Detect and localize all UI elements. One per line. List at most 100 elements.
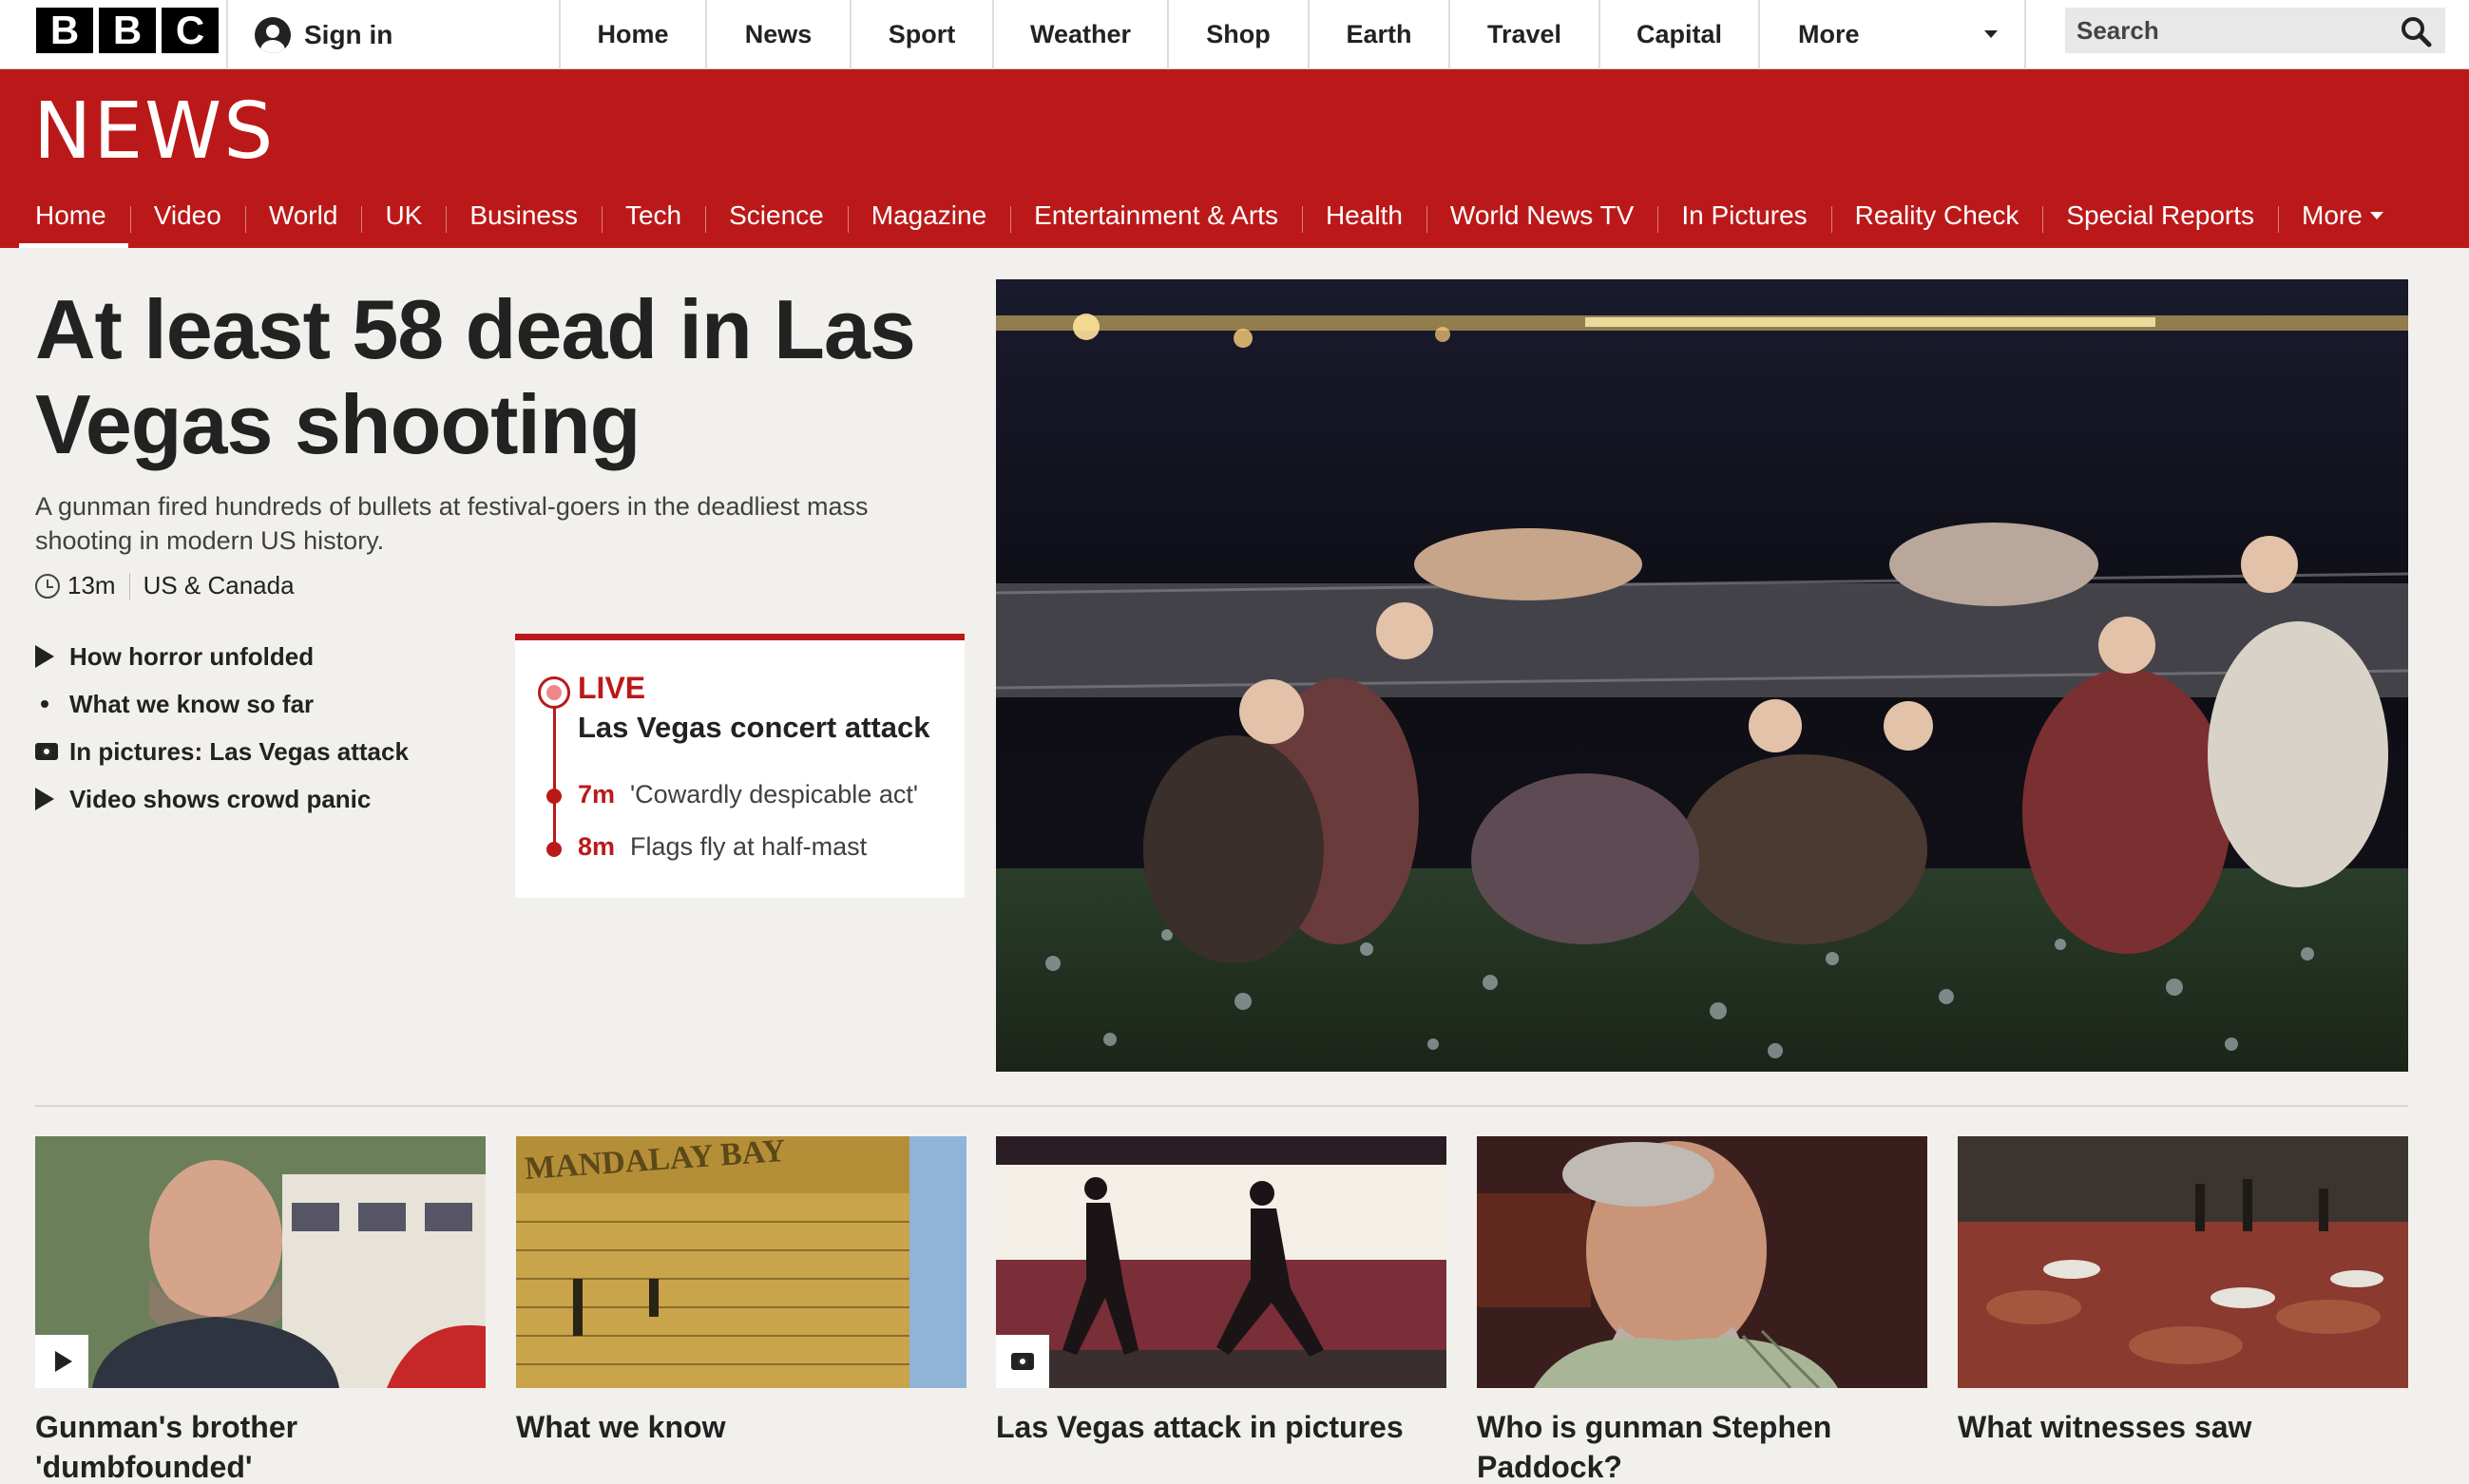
live-indicator-icon [538, 676, 570, 709]
global-nav: Home News Sport Weather Shop Earth Trave… [559, 0, 2026, 69]
camera-icon [35, 743, 58, 760]
story-thumbnail[interactable]: MANDALAY BAY [516, 1136, 967, 1388]
live-entry-text: 'Cowardly despicable act' [630, 780, 918, 809]
live-label: LIVE [578, 671, 646, 705]
thumbnail-illustration [996, 1136, 1446, 1388]
thumbnail-illustration [35, 1136, 486, 1388]
news-logo[interactable]: NEWS [33, 86, 275, 177]
global-nav-more[interactable]: More [1758, 0, 2026, 69]
related-link[interactable]: What we know so far [35, 680, 409, 728]
gallery-badge [996, 1335, 1049, 1388]
global-nav-sport[interactable]: Sport [850, 0, 992, 69]
header-divider [226, 0, 228, 69]
lead-timestamp: 13m [67, 571, 116, 599]
lead-summary: A gunman fired hundreds of bullets at fe… [35, 492, 869, 555]
user-icon [255, 16, 291, 53]
bbc-logo[interactable]: B B C [36, 8, 219, 53]
related-link[interactable]: How horror unfolded [35, 633, 409, 680]
story-thumbnail[interactable] [35, 1136, 486, 1388]
thumbnail-illustration [1477, 1136, 1927, 1388]
news-nav-science[interactable]: Science [705, 183, 848, 248]
global-nav-travel[interactable]: Travel [1448, 0, 1598, 69]
story-card-caption[interactable]: What witnesses saw [1958, 1407, 2408, 1447]
video-badge [35, 1335, 88, 1388]
news-header: NEWS Home Video World UK Business Tech S… [0, 69, 2469, 248]
thumbnail-illustration: MANDALAY BAY [516, 1136, 967, 1388]
news-nav-more[interactable]: More [2278, 183, 2407, 248]
story-card-caption[interactable]: Las Vegas attack in pictures [996, 1407, 1446, 1447]
live-title[interactable]: Las Vegas concert attack [578, 711, 929, 745]
chevron-down-icon [2369, 212, 2383, 219]
search-placeholder: Search [2077, 15, 2159, 45]
story-thumbnail[interactable] [996, 1136, 1446, 1388]
live-timeline [553, 688, 556, 847]
live-entry[interactable]: 8m Flags fly at half-mast [578, 832, 867, 862]
news-nav-world-news-tv[interactable]: World News TV [1426, 183, 1657, 248]
news-nav-in-pictures[interactable]: In Pictures [1657, 183, 1830, 248]
news-nav-business[interactable]: Business [446, 183, 602, 248]
story-card[interactable]: Who is gunman Stephen Paddock? [1477, 1136, 1927, 1484]
story-card[interactable]: Gunman's brother 'dumbfounded' [35, 1136, 486, 1484]
global-nav-news[interactable]: News [705, 0, 850, 69]
meta-divider [128, 572, 130, 599]
sign-in-label: Sign in [304, 19, 393, 49]
live-entry-text: Flags fly at half-mast [630, 832, 868, 861]
story-thumbnail[interactable] [1958, 1136, 2408, 1388]
related-link-label: What we know so far [69, 689, 315, 718]
related-link[interactable]: Video shows crowd panic [35, 775, 409, 823]
news-nav: Home Video World UK Business Tech Scienc… [0, 183, 2407, 248]
news-nav-health[interactable]: Health [1301, 183, 1426, 248]
story-thumbnail[interactable] [1477, 1136, 1927, 1388]
news-nav-reality-check[interactable]: Reality Check [1830, 183, 2043, 248]
play-icon [35, 645, 54, 668]
news-nav-home[interactable]: Home [0, 183, 130, 248]
camera-icon [1011, 1353, 1034, 1370]
search-input[interactable]: Search [2065, 8, 2445, 53]
section-divider [35, 1105, 2408, 1107]
timeline-dot [546, 789, 562, 804]
thumbnail-illustration [1958, 1136, 2408, 1388]
story-card[interactable]: What witnesses saw [1958, 1136, 2408, 1447]
story-card[interactable]: MANDALAY BAY What we know [516, 1136, 967, 1447]
lead-photo[interactable] [996, 279, 2408, 1072]
global-nav-weather[interactable]: Weather [992, 0, 1167, 69]
play-icon [35, 788, 54, 810]
bbc-logo-letter: B [36, 8, 93, 53]
lead-headline[interactable]: At least 58 dead in Las Vegas shooting [35, 282, 938, 472]
global-nav-earth[interactable]: Earth [1308, 0, 1448, 69]
news-nav-uk[interactable]: UK [361, 183, 446, 248]
bbc-logo-letter: B [99, 8, 156, 53]
lead-meta: 13m US & Canada [35, 571, 295, 600]
live-coverage-box[interactable]: LIVE Las Vegas concert attack 7m 'Cowardl… [515, 634, 965, 898]
news-nav-video[interactable]: Video [129, 183, 245, 248]
lead-section-link[interactable]: US & Canada [144, 571, 295, 600]
global-nav-more-label: More [1798, 20, 1860, 48]
news-nav-special-reports[interactable]: Special Reports [2042, 183, 2278, 248]
story-card-caption[interactable]: What we know [516, 1407, 967, 1447]
story-card[interactable]: Las Vegas attack in pictures [996, 1136, 1446, 1447]
story-card-caption[interactable]: Gunman's brother 'dumbfounded' [35, 1407, 486, 1484]
global-nav-shop[interactable]: Shop [1167, 0, 1308, 69]
lead-photo-illustration [996, 279, 2408, 1072]
related-links: How horror unfolded What we know so far … [35, 633, 409, 823]
dot-icon [41, 700, 48, 708]
timeline-dot [546, 842, 562, 857]
sign-in-link[interactable]: Sign in [255, 0, 392, 69]
play-icon [55, 1351, 72, 1372]
global-nav-capital[interactable]: Capital [1598, 0, 1758, 69]
news-nav-entertainment[interactable]: Entertainment & Arts [1010, 183, 1302, 248]
related-link-label: How horror unfolded [69, 641, 315, 671]
story-card-caption[interactable]: Who is gunman Stephen Paddock? [1477, 1407, 1927, 1484]
news-nav-more-label: More [2302, 200, 2363, 230]
news-nav-tech[interactable]: Tech [601, 183, 705, 248]
related-link-label: Video shows crowd panic [69, 784, 372, 813]
bbc-logo-letter: C [162, 8, 219, 53]
related-link[interactable]: In pictures: Las Vegas attack [35, 728, 409, 775]
clock-icon [35, 573, 60, 599]
global-nav-home[interactable]: Home [559, 0, 705, 69]
news-nav-world[interactable]: World [244, 183, 362, 248]
live-entry[interactable]: 7m 'Cowardly despicable act' [578, 780, 918, 809]
news-nav-magazine[interactable]: Magazine [847, 183, 1010, 248]
live-entry-time: 8m [578, 832, 616, 861]
search-icon[interactable] [2400, 15, 2432, 48]
